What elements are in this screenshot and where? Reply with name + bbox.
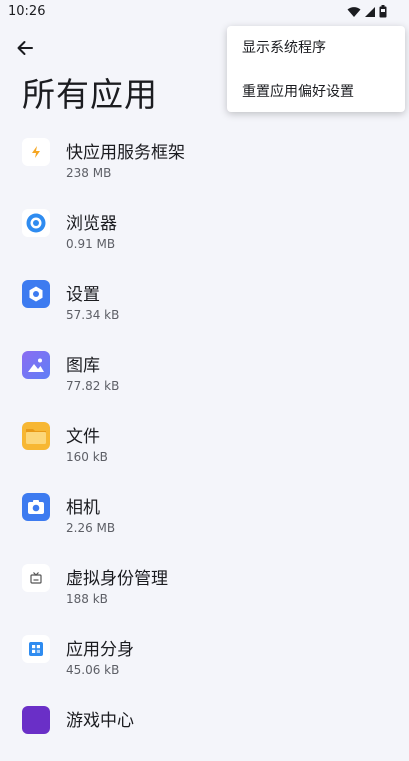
page-title: 所有应用: [22, 75, 158, 114]
app-list-item[interactable]: 相机 2.26 MB: [0, 477, 409, 548]
menu-item-reset-app-preferences[interactable]: 重置应用偏好设置: [242, 81, 354, 101]
app-list-item[interactable]: 图库 77.82 kB: [0, 335, 409, 406]
overflow-menu: 显示系统程序 重置应用偏好设置: [227, 26, 405, 112]
app-name: 文件: [66, 427, 100, 447]
status-icons: [347, 5, 387, 18]
browser-icon: [22, 209, 50, 237]
virtual-identity-icon: [22, 564, 50, 592]
folder-icon: [22, 422, 50, 450]
menu-item-show-system-apps[interactable]: 显示系统程序: [242, 37, 326, 57]
signal-icon: [365, 6, 375, 17]
back-button[interactable]: [10, 34, 40, 62]
app-size: 77.82 kB: [66, 379, 120, 393]
app-size: 160 kB: [66, 450, 108, 464]
app-name: 游戏中心: [66, 711, 134, 731]
app-size: 238 MB: [66, 166, 112, 180]
gallery-icon: [22, 351, 50, 379]
app-name: 浏览器: [66, 214, 117, 234]
app-clone-icon: [22, 635, 50, 663]
app-size: 45.06 kB: [66, 663, 120, 677]
game-center-icon: [22, 706, 50, 734]
app-list-item[interactable]: 应用分身 45.06 kB: [0, 619, 409, 690]
app-name: 快应用服务框架: [66, 143, 185, 163]
app-list-item[interactable]: 浏览器 0.91 MB: [0, 193, 409, 264]
app-name: 虚拟身份管理: [66, 569, 168, 589]
app-size: 57.34 kB: [66, 308, 120, 322]
app-list-item[interactable]: 虚拟身份管理 188 kB: [0, 548, 409, 619]
camera-icon: [22, 493, 50, 521]
wifi-icon: [347, 6, 361, 17]
app-name: 图库: [66, 356, 100, 376]
app-size: 2.26 MB: [66, 521, 116, 535]
app-name: 应用分身: [66, 640, 134, 660]
app-list-item[interactable]: 文件 160 kB: [0, 406, 409, 477]
app-size: 0.91 MB: [66, 237, 116, 251]
status-bar: 10:26: [0, 0, 409, 24]
app-list-item[interactable]: 快应用服务框架 238 MB: [0, 122, 409, 193]
app-list-item[interactable]: 设置 57.34 kB: [0, 264, 409, 335]
app-name: 相机: [66, 498, 100, 518]
settings-gear-icon: [22, 280, 50, 308]
app-size: 188 kB: [66, 592, 108, 606]
app-list-item[interactable]: 游戏中心: [0, 690, 409, 761]
status-time: 10:26: [8, 4, 46, 19]
battery-icon: [379, 5, 387, 18]
app-list: 快应用服务框架 238 MB 浏览器 0.91 MB 设置 57.34 kB 图…: [0, 122, 409, 761]
arrow-left-icon: [17, 41, 33, 55]
app-name: 设置: [66, 285, 100, 305]
quick-app-icon: [22, 138, 50, 166]
